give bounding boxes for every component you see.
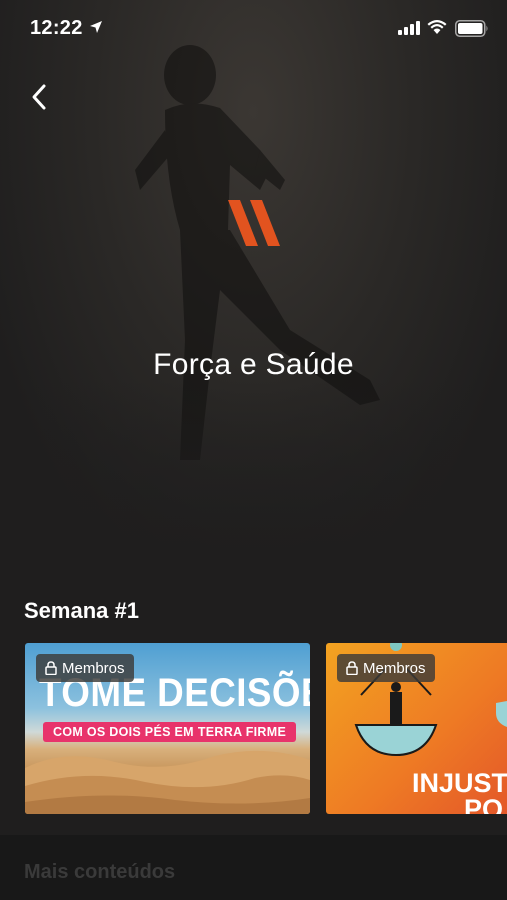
location-arrow-icon bbox=[90, 21, 102, 33]
wifi-icon bbox=[427, 20, 447, 34]
badge-label: Membros bbox=[62, 659, 125, 677]
badge-label: Membros bbox=[363, 659, 426, 677]
content-card[interactable]: INJUST PO Membros bbox=[326, 643, 507, 814]
section-title: Semana #1 bbox=[24, 598, 139, 623]
status-bar: 12:22 bbox=[0, 0, 507, 58]
members-badge: Membros bbox=[337, 654, 435, 682]
back-button[interactable] bbox=[24, 80, 58, 114]
content-card[interactable]: TOME DECISÕES COM OS DOIS PÉS EM TERRA F… bbox=[25, 643, 310, 814]
hero-fade bbox=[0, 380, 507, 560]
status-time: 12:22 bbox=[30, 17, 83, 39]
lock-icon bbox=[346, 661, 358, 675]
bottom-section-label: Mais conteúdos bbox=[24, 861, 176, 883]
chevron-left-icon bbox=[32, 84, 46, 110]
cellular-signal-icon bbox=[398, 21, 420, 35]
bottom-section: Mais conteúdos bbox=[0, 835, 507, 900]
desert-dunes-image bbox=[25, 750, 310, 814]
brand-logo-icon bbox=[228, 200, 280, 246]
page-title: Força e Saúde bbox=[153, 348, 354, 382]
members-badge: Membros bbox=[36, 654, 134, 682]
lock-icon bbox=[45, 661, 57, 675]
hero-banner bbox=[0, 0, 507, 560]
battery-icon bbox=[455, 20, 488, 37]
card-subline: PO bbox=[464, 794, 504, 814]
